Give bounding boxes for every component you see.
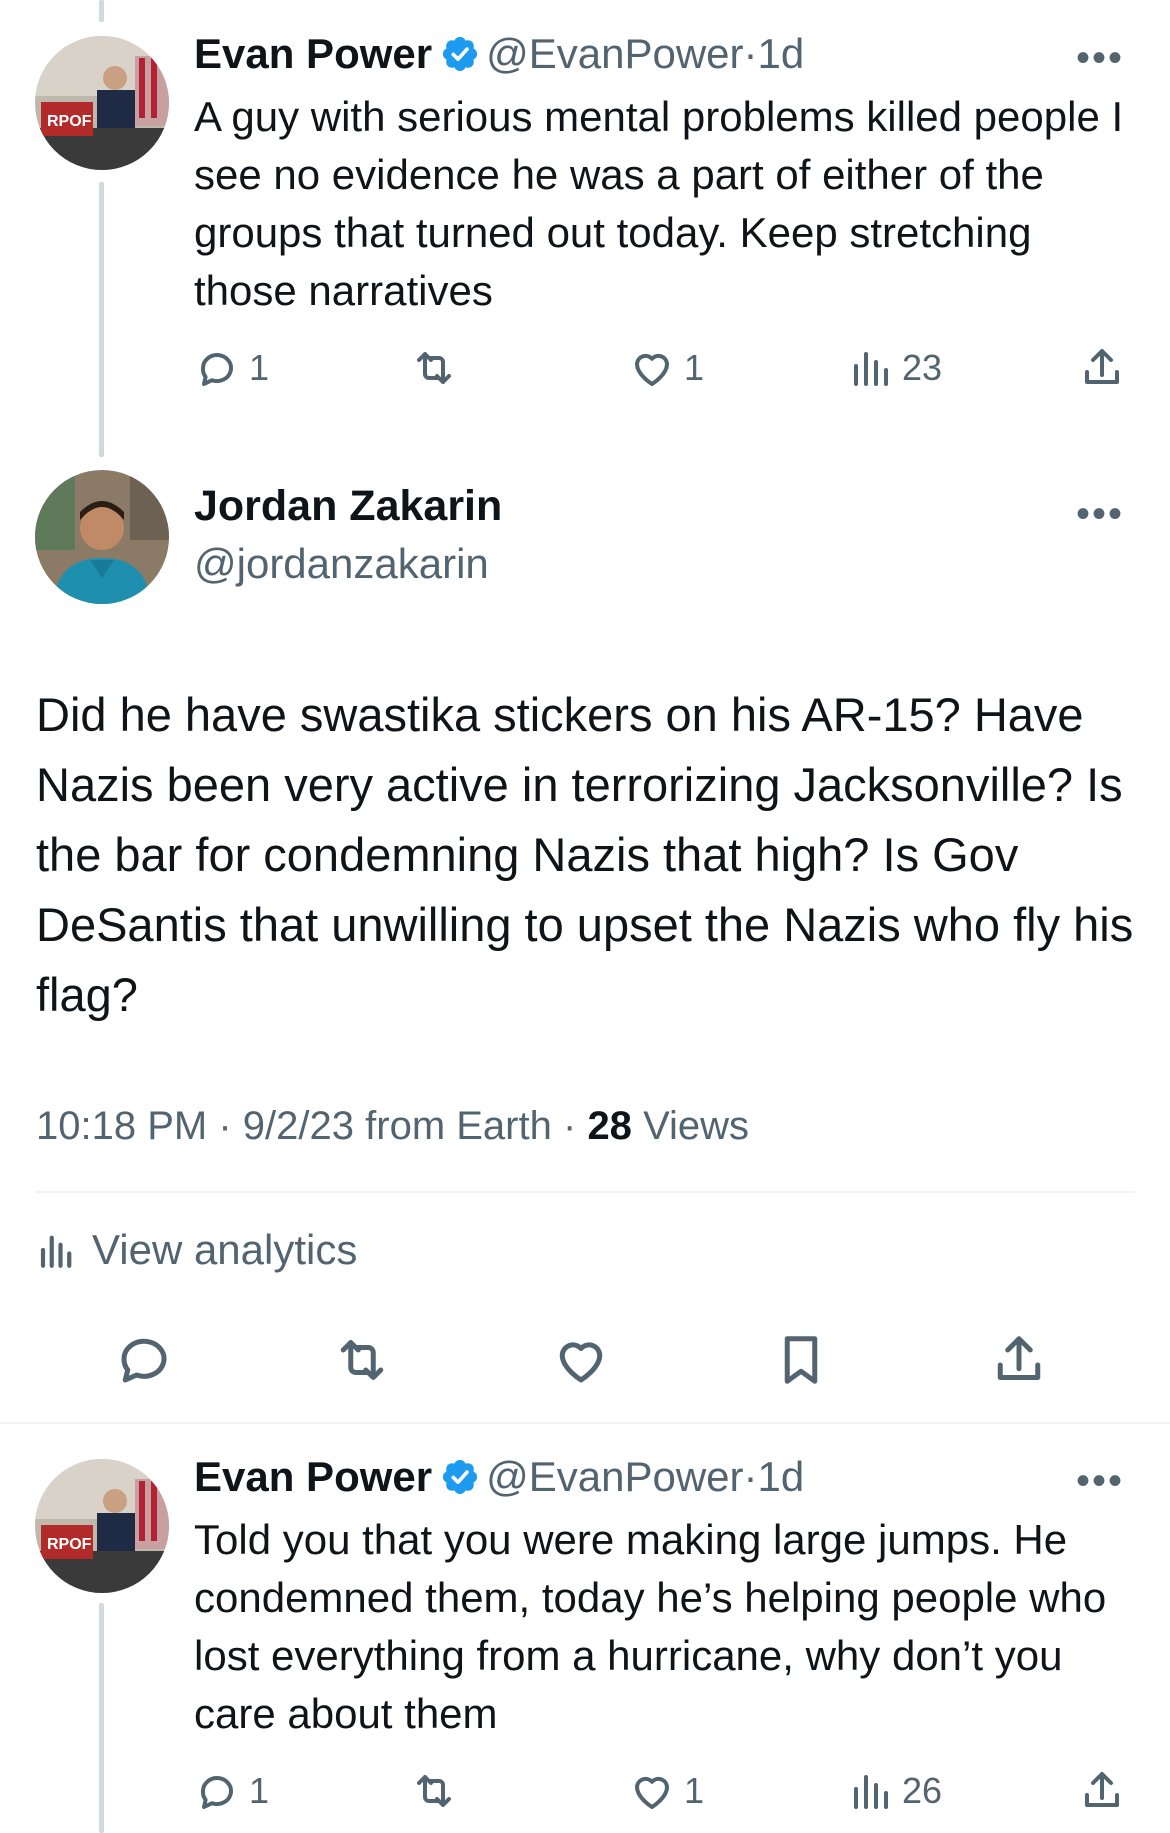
main-like-button[interactable] [551,1330,611,1395]
retweet-icon [417,352,451,384]
tweet1-reply-button[interactable]: 1 [193,344,269,392]
main-more-icon[interactable]: ••• [1076,494,1124,534]
analytics-icon [40,1235,72,1268]
heart-icon [635,1776,669,1809]
main-tweet-views-label: Views [643,1104,750,1148]
tweet2-separator: · [743,1453,758,1500]
main-tweet-date[interactable]: 9/2/23 [243,1104,354,1148]
share-icon [1085,349,1119,384]
main-author-handle[interactable]: @jordanzakarin [194,540,489,588]
share-icon [1085,1772,1119,1807]
tweet2-reply-count: 1 [249,1770,270,1811]
reply-icon [200,353,233,386]
view-analytics-link[interactable]: View analytics [36,1226,357,1274]
main-reply-button[interactable] [114,1330,174,1395]
tweet1-text: A guy with serious mental problems kille… [194,93,1124,314]
avatar-evan-power-2[interactable]: RPOF [35,1459,169,1593]
svg-text:RPOF: RPOF [47,113,92,130]
tweet1-view-count: 23 [902,347,943,388]
tweet2-text: Told you that you were making large jump… [194,1516,1107,1737]
avatar-jordan-zakarin[interactable] [35,470,169,604]
avatar-evan-power[interactable]: RPOF [35,36,169,170]
view-analytics-label: View analytics [92,1226,358,1273]
tweet1-like-count: 1 [684,347,705,388]
verified-badge-icon [443,1459,478,1495]
tweet1-separator: · [743,30,758,77]
reply-icon [121,1338,167,1383]
heart-icon [559,1342,603,1383]
tweet1-time[interactable]: 1d [758,30,805,77]
tweet2-views-button[interactable]: 26 [846,1767,942,1815]
tweet2-reply-button[interactable]: 1 [193,1767,269,1815]
main-tweet-source: from Earth [365,1104,552,1148]
tweet1-share-button[interactable] [1078,344,1126,392]
meta-divider [36,1191,1134,1193]
meta-separator-1: · [218,1104,232,1148]
retweet-icon [340,1340,384,1380]
thread-line-1 [99,182,104,457]
retweet-icon [417,1775,451,1807]
thread-line-2 [99,1603,104,1833]
tweet2-retweet-button[interactable] [410,1767,458,1815]
main-tweet-meta: 10:18 PM · 9/2/23 from Earth · 28 Views [36,1104,749,1149]
tweet2-like-count: 1 [684,1770,705,1811]
main-tweet-views-count: 28 [587,1104,632,1148]
main-retweet-button[interactable] [332,1330,392,1395]
tweet2-time[interactable]: 1d [758,1453,805,1500]
tweet1-retweet-button[interactable] [410,344,458,392]
main-tweet-time[interactable]: 10:18 PM [36,1104,207,1148]
tweet1-more-icon[interactable]: ••• [1076,38,1124,78]
tweet1-reply-count: 1 [249,347,270,388]
main-share-button[interactable] [989,1330,1049,1395]
verified-badge-icon [443,36,478,72]
thread-line-top [99,0,104,22]
bookmark-icon [784,1336,818,1384]
share-icon [997,1336,1041,1380]
tweet2-more-icon[interactable]: ••• [1076,1461,1124,1501]
main-author-name[interactable]: Jordan Zakarin [194,482,502,531]
tweet2-view-count: 26 [902,1770,943,1811]
views-bar-chart-icon [854,1775,888,1809]
tweet2-like-button[interactable]: 1 [628,1767,704,1815]
tweet2-author-name[interactable]: Evan Power [194,1453,432,1500]
meta-separator-2: · [562,1104,577,1148]
tweet2-handle[interactable]: @EvanPower [486,1453,743,1500]
main-tweet-bottom-divider [0,1422,1170,1424]
tweet1-handle[interactable]: @EvanPower [486,30,743,77]
main-tweet-text: Did he have swastika stickers on his AR-… [36,688,1134,1021]
heart-icon [635,353,669,386]
svg-text:RPOF: RPOF [47,1536,92,1553]
tweet2-header: Evan Power @EvanPower·1d [194,1453,804,1501]
tweet2-share-button[interactable] [1078,1767,1126,1815]
tweet1-author-name[interactable]: Evan Power [194,30,432,77]
main-bookmark-button[interactable] [771,1330,831,1395]
views-bar-chart-icon [854,352,888,386]
reply-icon [200,1776,233,1809]
tweet1-header: Evan Power @EvanPower·1d [194,30,804,78]
tweet1-like-button[interactable]: 1 [628,344,704,392]
tweet1-views-button[interactable]: 23 [846,344,942,392]
